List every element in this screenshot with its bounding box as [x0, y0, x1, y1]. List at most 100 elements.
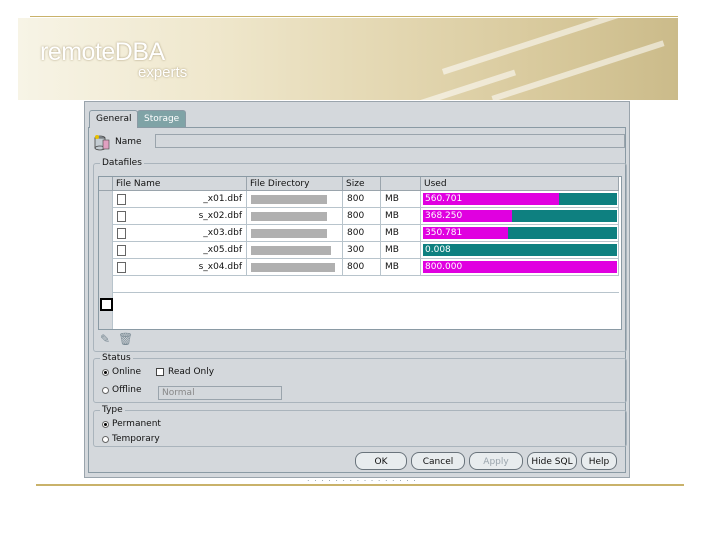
col-header-used[interactable]: Used	[421, 177, 619, 191]
tab-general[interactable]: General	[89, 110, 139, 128]
name-label: Name	[115, 137, 142, 147]
size-cell[interactable]: 800	[343, 259, 381, 276]
unit-cell[interactable]: MB	[381, 208, 421, 225]
header-banner: remoteDBA experts	[18, 18, 678, 100]
resize-grip[interactable]: . . . . . . . . . . . . . . . .	[307, 474, 417, 483]
file-icon	[117, 194, 126, 205]
table-row[interactable]: s_x02.dbf 800 MB 368.250	[99, 208, 619, 225]
file-name-cell[interactable]: s_x02.dbf	[127, 208, 247, 225]
used-bar: 800.000	[423, 261, 617, 273]
hide-sql-button[interactable]: Hide SQL	[527, 452, 577, 470]
file-directory-cell[interactable]	[247, 208, 343, 225]
file-directory-cell[interactable]	[247, 259, 343, 276]
col-header-size[interactable]: Size	[343, 177, 381, 191]
temporary-radio[interactable]	[102, 436, 109, 443]
pencil-icon[interactable]: ✎	[100, 332, 110, 346]
read-only-checkbox[interactable]	[156, 368, 164, 376]
used-bar: 368.250	[423, 210, 617, 222]
database-icon	[94, 135, 110, 151]
name-field[interactable]	[155, 134, 625, 148]
table-row[interactable]: _x05.dbf 300 MB 0.008	[99, 242, 619, 259]
datafiles-group: Datafiles File Name File Directory Size …	[93, 158, 627, 352]
file-directory-cell[interactable]	[247, 225, 343, 242]
file-name-cell[interactable]: s_x04.dbf	[127, 259, 247, 276]
table-row[interactable]: _x01.dbf 800 MB 560.701	[99, 191, 619, 208]
online-label: Online	[112, 367, 142, 377]
table-row-empty	[99, 276, 619, 293]
online-radio[interactable]	[102, 369, 109, 376]
used-value: 368.250	[425, 211, 463, 221]
logo-main: remoteDBA	[40, 38, 165, 66]
datafile-properties-window: General Storage Name Datafiles File Name…	[84, 101, 630, 483]
file-icon	[117, 245, 126, 256]
size-cell[interactable]: 300	[343, 242, 381, 259]
used-bar: 560.701	[423, 193, 617, 205]
permanent-radio[interactable]	[102, 421, 109, 428]
temporary-label: Temporary	[112, 434, 160, 444]
offline-radio[interactable]	[102, 387, 109, 394]
size-cell[interactable]: 800	[343, 225, 381, 242]
logo-sub: experts	[138, 64, 188, 81]
used-bar: 0.008	[423, 244, 617, 256]
file-directory-cell[interactable]	[247, 191, 343, 208]
row-header[interactable]	[99, 208, 113, 225]
redacted-directory	[251, 212, 327, 221]
type-legend: Type	[102, 405, 123, 415]
col-header-unit[interactable]	[381, 177, 421, 191]
used-value: 350.781	[425, 228, 463, 238]
file-name-cell[interactable]: _x05.dbf	[127, 242, 247, 259]
size-cell[interactable]: 800	[343, 208, 381, 225]
type-group: Type Permanent Temporary	[93, 405, 627, 447]
offline-mode-select[interactable]: Normal	[158, 386, 282, 400]
file-directory-cell[interactable]	[247, 242, 343, 259]
unit-cell[interactable]: MB	[381, 259, 421, 276]
help-button[interactable]: Help	[581, 452, 617, 470]
redacted-directory	[251, 229, 327, 238]
file-icon	[117, 211, 126, 222]
unit-cell[interactable]: MB	[381, 191, 421, 208]
permanent-label: Permanent	[112, 419, 161, 429]
file-name-cell[interactable]: _x03.dbf	[127, 225, 247, 242]
tab-storage[interactable]: Storage	[137, 110, 187, 128]
general-panel: Name Datafiles File Name File Directory …	[88, 127, 627, 473]
file-icon	[117, 228, 126, 239]
trash-icon[interactable]: 🗑	[118, 332, 133, 346]
status-legend: Status	[102, 353, 131, 363]
col-header-file-name[interactable]: File Name	[113, 177, 247, 191]
row-header[interactable]	[99, 225, 113, 242]
used-bar: 350.781	[423, 227, 617, 239]
size-cell[interactable]: 800	[343, 191, 381, 208]
apply-button[interactable]: Apply	[469, 452, 523, 470]
row-header[interactable]	[99, 191, 113, 208]
table-row[interactable]: _x03.dbf 800 MB 350.781	[99, 225, 619, 242]
table-row[interactable]: s_x04.dbf 800 MB 800.000	[99, 259, 619, 276]
unit-cell[interactable]: MB	[381, 242, 421, 259]
used-cell: 368.250	[421, 208, 619, 225]
datafiles-legend: Datafiles	[102, 158, 142, 168]
new-row-indicator[interactable]	[100, 298, 113, 311]
used-cell: 800.000	[421, 259, 619, 276]
file-name-cell[interactable]: _x01.dbf	[127, 191, 247, 208]
used-cell: 350.781	[421, 225, 619, 242]
file-icon	[117, 262, 126, 273]
row-header-corner	[99, 177, 113, 191]
cancel-button[interactable]: Cancel	[411, 452, 465, 470]
slide-bottom-rule	[36, 484, 684, 486]
row-header[interactable]	[99, 259, 113, 276]
redacted-directory	[251, 195, 327, 204]
table-row-empty	[99, 293, 619, 329]
status-group: Status Online Read Only Offline Normal	[93, 353, 627, 403]
ok-button[interactable]: OK	[355, 452, 407, 470]
col-header-file-directory[interactable]: File Directory	[247, 177, 343, 191]
slide-top-rule	[30, 16, 678, 17]
redacted-directory	[251, 246, 331, 255]
read-only-label: Read Only	[168, 367, 215, 377]
offline-label: Offline	[112, 385, 142, 395]
remotedba-logo: remoteDBA experts	[40, 38, 187, 81]
row-header[interactable]	[99, 242, 113, 259]
used-cell: 560.701	[421, 191, 619, 208]
redacted-directory	[251, 263, 335, 272]
used-value: 800.000	[425, 262, 463, 272]
unit-cell[interactable]: MB	[381, 225, 421, 242]
used-value: 560.701	[425, 194, 463, 204]
